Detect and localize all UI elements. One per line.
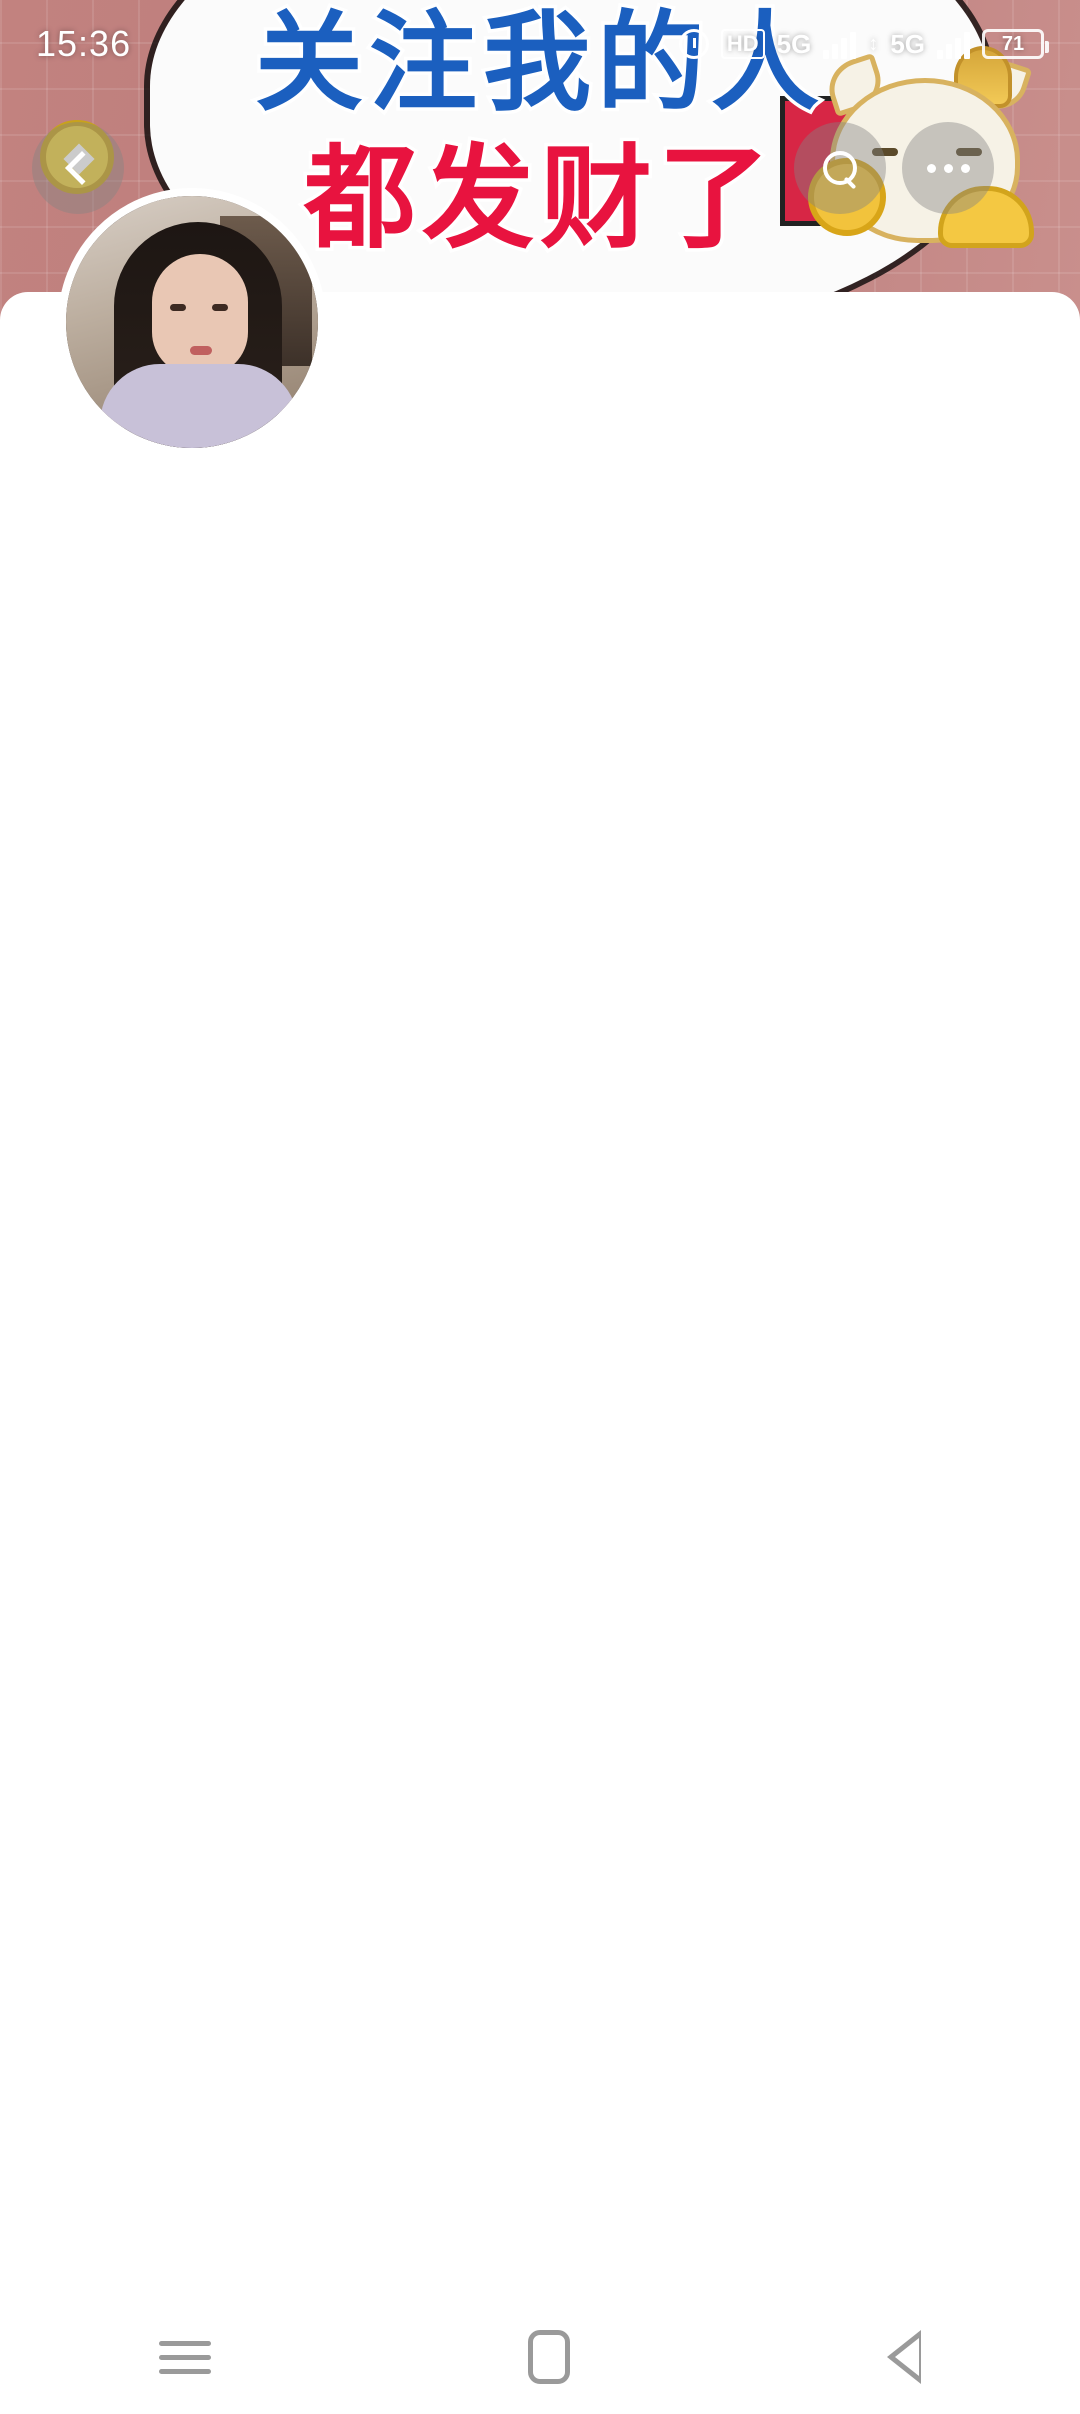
avatar[interactable] bbox=[58, 188, 326, 456]
hd-icon: HD bbox=[720, 29, 765, 59]
battery-icon: 71 bbox=[982, 29, 1049, 59]
more-dots-icon bbox=[926, 163, 970, 173]
signal-bars-icon-1 bbox=[823, 29, 857, 59]
back-triangle-icon[interactable] bbox=[887, 2330, 922, 2384]
status-time: 15:36 bbox=[36, 23, 132, 64]
status-bar: 15:36 HD 5G ↕ 5G 71 bbox=[0, 0, 1080, 88]
phone-screen: 关注我的人 都发财了 15:36 HD 5G ↕ 5G 71 bbox=[0, 0, 1080, 2414]
network-label-2: 5G bbox=[890, 28, 925, 59]
search-button[interactable] bbox=[794, 122, 886, 214]
network-label-1: 5G bbox=[776, 28, 812, 59]
more-options-button[interactable] bbox=[902, 122, 994, 214]
signal-bars-icon-2 bbox=[937, 29, 970, 59]
alarm-clock-icon bbox=[678, 29, 709, 59]
recents-icon[interactable] bbox=[158, 2340, 211, 2374]
search-icon bbox=[823, 151, 857, 185]
data-arrows-icon: ↕ bbox=[868, 33, 879, 55]
chevron-left-icon bbox=[65, 151, 99, 185]
home-icon[interactable] bbox=[527, 2330, 570, 2384]
system-navigation-bar bbox=[0, 2300, 1080, 2414]
profile-sheet bbox=[0, 292, 1080, 2414]
